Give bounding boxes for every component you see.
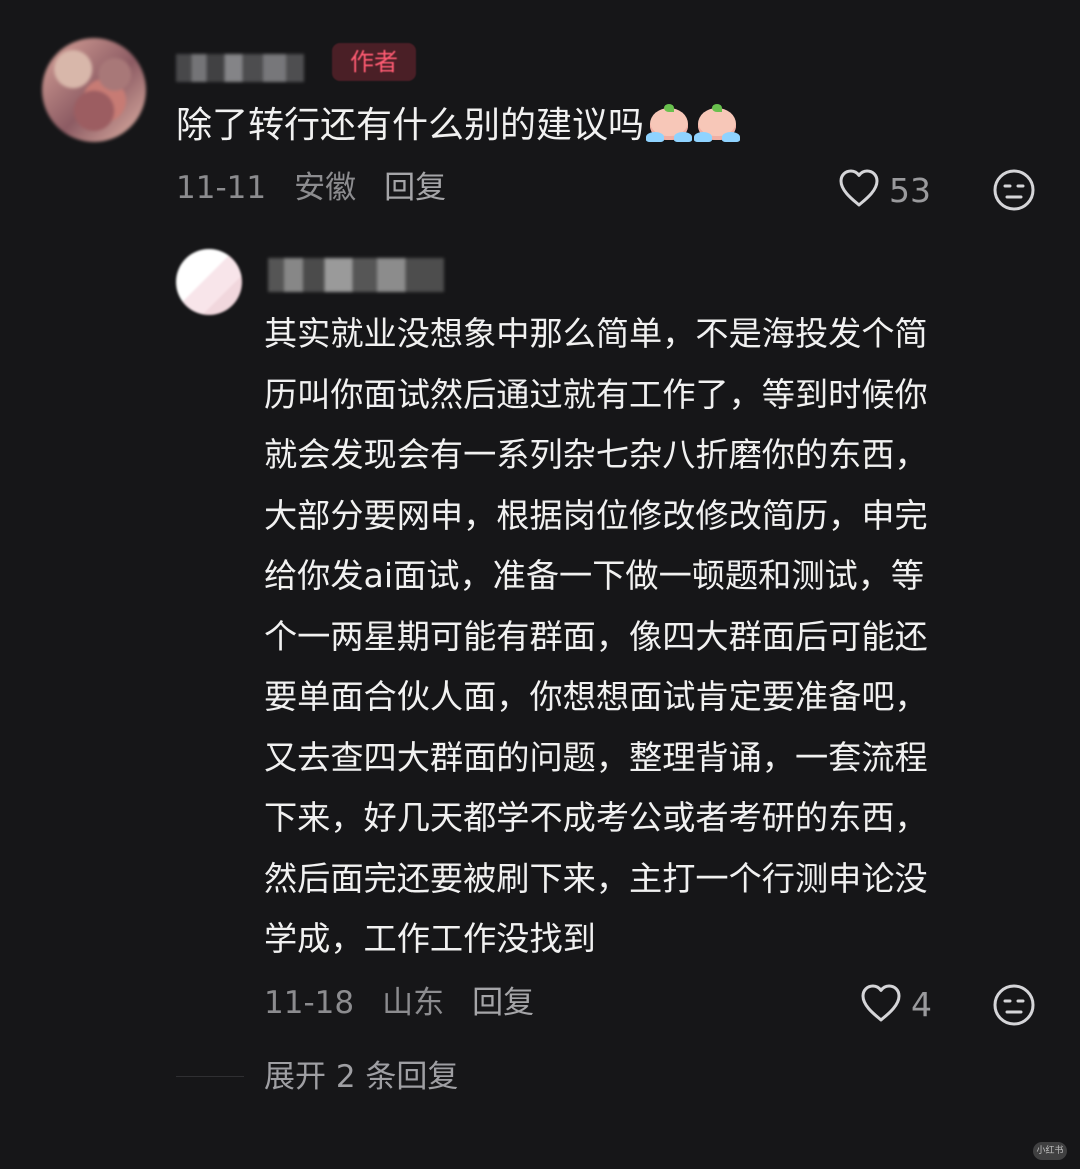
comment-text-container: 除了转行还有什么别的建议吗 — [176, 100, 741, 152]
reply-author-avatar[interactable] — [176, 249, 242, 315]
reply-text-line: 又去查四大群面的问题，整理背诵，一套流程 — [264, 737, 928, 777]
dislike-face-icon[interactable] — [992, 983, 1036, 1027]
thread-divider — [176, 1076, 244, 1077]
crying-emoji-icon — [694, 104, 741, 144]
reply-date: 11-18 — [264, 985, 355, 1021]
reply-text-line: 然后面完还要被刷下来，主打一个行测申论没 — [264, 858, 928, 898]
comment-author-avatar[interactable] — [42, 38, 146, 142]
reply-text-line: 大部分要网申，根据岗位修改修改简历，申完 — [264, 495, 928, 535]
reply-text-line: 个一两星期可能有群面，像四大群面后可能还 — [264, 616, 928, 656]
watermark: 小红书 — [1033, 1142, 1067, 1160]
comment-text: 除了转行还有什么别的建议吗 — [176, 105, 645, 146]
heart-icon[interactable] — [859, 983, 903, 1023]
author-badge: 作者 — [332, 43, 416, 81]
comment-like-count: 53 — [889, 171, 931, 210]
comment-date: 11-11 — [176, 170, 267, 206]
reply-text-line: 下来，好几天都学不成考公或者考研的东西， — [264, 798, 928, 837]
reply-text-line: 要单面合伙人面，你想想面试肯定要准备吧， — [264, 677, 928, 716]
reply-text-line: 其实就业没想象中那么简单，不是海投发个简 — [264, 314, 928, 353]
reply-text-line: 给你发ai面试，准备一下做一顿题和测试，等 — [264, 556, 925, 595]
sad-tears-emoji-icon — [646, 104, 693, 144]
reply-text-line: 就会发现会有一系列杂七杂八折磨你的东西， — [264, 435, 928, 474]
reply-meta: 11-18 山东 回复 — [264, 983, 562, 1023]
expand-replies-button[interactable]: 展开 2 条回复 — [264, 1056, 458, 1098]
reply-text: 其实就业没想象中那么简单，不是海投发个简 历叫你面试然后通过就有工作了，等到时候… — [264, 304, 1038, 970]
reply-location: 山东 — [382, 985, 445, 1021]
comment-meta: 11-11 安徽 回复 — [176, 168, 474, 208]
reply-reply-button[interactable]: 回复 — [472, 985, 534, 1021]
reply-text-line: 历叫你面试然后通过就有工作了，等到时候你 — [264, 374, 928, 414]
dislike-face-icon[interactable] — [992, 168, 1036, 212]
reply-author-name-blurred[interactable] — [268, 258, 444, 292]
comment-author-name-blurred[interactable] — [176, 54, 304, 82]
reply-like-count: 4 — [911, 985, 932, 1024]
heart-icon[interactable] — [837, 168, 881, 208]
reply-text-line: 学成，工作工作没找到 — [264, 919, 596, 958]
comment-location: 安徽 — [294, 170, 357, 206]
comment-reply-button[interactable]: 回复 — [384, 170, 446, 206]
